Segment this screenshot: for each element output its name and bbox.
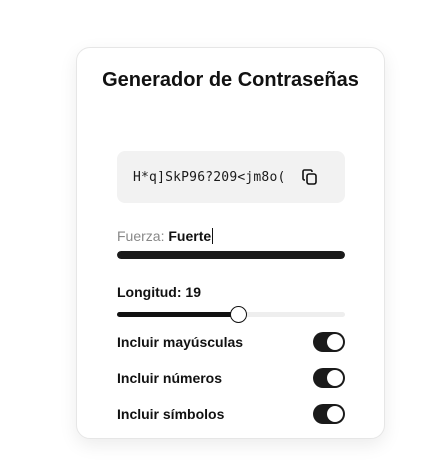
password-display: H*q]SkP96?209<jm8o( — [117, 151, 345, 203]
option-label: Incluir símbolos — [117, 406, 225, 422]
option-symbols: Incluir símbolos — [117, 404, 345, 424]
copy-icon[interactable] — [301, 168, 319, 186]
strength-bar-fill — [117, 251, 345, 259]
generated-password: H*q]SkP96?209<jm8o( — [133, 169, 286, 185]
strength-value: Fuerte — [168, 228, 212, 244]
page: Generador de Contraseñas H*q]SkP96?209<j… — [0, 0, 437, 469]
toggle-knob — [327, 334, 343, 350]
slider-thumb[interactable] — [229, 306, 247, 323]
uppercase-toggle[interactable] — [313, 332, 345, 352]
toggle-knob — [327, 370, 343, 386]
option-label: Incluir mayúsculas — [117, 334, 244, 350]
numbers-toggle[interactable] — [313, 368, 345, 388]
length-label: Longitud: 19 — [117, 284, 201, 300]
slider-fill — [117, 312, 238, 317]
symbols-toggle[interactable] — [313, 404, 345, 424]
toggle-knob — [327, 406, 343, 422]
option-uppercase: Incluir mayúsculas — [117, 332, 345, 352]
page-title: Generador de Contraseñas — [102, 69, 359, 91]
option-numbers: Incluir números — [117, 368, 345, 388]
length-slider[interactable] — [117, 306, 345, 324]
strength-label: Fuerza: — [117, 228, 165, 244]
strength-indicator: Fuerza: Fuerte — [117, 228, 214, 244]
password-generator-card: Generador de Contraseñas H*q]SkP96?209<j… — [76, 47, 385, 439]
text-caret — [212, 228, 214, 244]
option-label: Incluir números — [117, 370, 223, 386]
strength-bar — [117, 251, 345, 259]
